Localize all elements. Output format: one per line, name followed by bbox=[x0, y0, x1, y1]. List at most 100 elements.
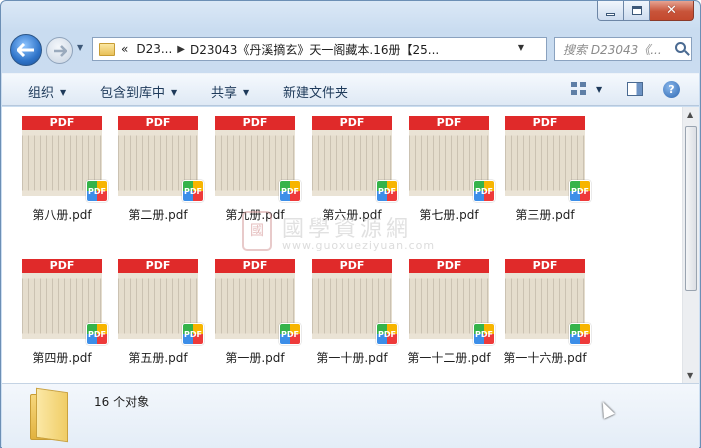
pdf-thumbnail: PDF PDF bbox=[22, 259, 108, 345]
address-bar[interactable]: « D23... ▶ D23043《丹溪摘玄》天一阁藏本.16册【25... ▼… bbox=[92, 37, 633, 61]
file-item[interactable]: PDF PDF 第七册.pdf bbox=[404, 116, 495, 223]
file-item[interactable]: PDF PDF 第三册.pdf bbox=[500, 116, 591, 223]
pdf-app-icon: PDF bbox=[279, 323, 301, 345]
pdf-app-icon: PDF bbox=[182, 180, 204, 202]
pdf-band: PDF bbox=[505, 116, 585, 130]
pdf-app-icon: PDF bbox=[279, 180, 301, 202]
pdf-thumbnail: PDF PDF bbox=[505, 116, 591, 202]
file-name[interactable]: 第一十二册.pdf bbox=[404, 349, 494, 366]
pdf-thumbnail: PDF PDF bbox=[215, 116, 301, 202]
new-folder-button[interactable]: 新建文件夹 bbox=[283, 82, 348, 101]
file-item[interactable]: PDF PDF 第一十册.pdf bbox=[307, 259, 398, 366]
pdf-thumbnail: PDF PDF bbox=[312, 259, 398, 345]
help-icon: ? bbox=[668, 83, 675, 96]
pdf-thumbnail: PDF PDF bbox=[505, 259, 591, 345]
breadcrumb-current[interactable]: D23043《丹溪摘玄》天一阁藏本.16册【25... bbox=[190, 41, 439, 58]
pdf-thumbnail: PDF PDF bbox=[118, 259, 204, 345]
chevron-down-icon: ▼ bbox=[60, 88, 67, 97]
watermark-seal: 國 bbox=[242, 211, 272, 251]
help-button[interactable]: ? bbox=[663, 81, 680, 98]
address-dropdown-icon[interactable]: ▼ bbox=[518, 43, 524, 52]
minimize-button[interactable] bbox=[597, 1, 624, 21]
chevron-down-icon: ▼ bbox=[171, 88, 178, 97]
pdf-band: PDF bbox=[118, 116, 198, 130]
pdf-app-icon: PDF bbox=[473, 180, 495, 202]
pdf-app-icon: PDF bbox=[569, 180, 591, 202]
folder-icon bbox=[99, 42, 115, 56]
file-name[interactable]: 第一十六册.pdf bbox=[500, 349, 590, 366]
pdf-band: PDF bbox=[215, 116, 295, 130]
share-menu[interactable]: 共享 ▼ bbox=[211, 82, 249, 101]
organize-menu[interactable]: 组织 ▼ bbox=[28, 82, 66, 101]
pdf-thumbnail: PDF PDF bbox=[409, 116, 495, 202]
include-in-library-label: 包含到库中 bbox=[100, 86, 166, 101]
chevron-down-icon: ▼ bbox=[243, 88, 250, 97]
pdf-app-icon: PDF bbox=[86, 323, 108, 345]
pdf-band: PDF bbox=[22, 259, 102, 273]
file-name[interactable]: 第二册.pdf bbox=[113, 206, 203, 223]
pdf-band: PDF bbox=[409, 259, 489, 273]
file-item[interactable]: PDF PDF 第一十六册.pdf bbox=[500, 259, 591, 366]
explorer-window: ✕ ▼ « D23... ▶ D23043《丹溪摘玄》天一阁藏本.16册【25.… bbox=[0, 0, 701, 448]
file-name[interactable]: 第八册.pdf bbox=[17, 206, 107, 223]
arrow-left-icon bbox=[17, 43, 34, 57]
file-name[interactable]: 第五册.pdf bbox=[113, 349, 203, 366]
details-pane: 16 个对象 bbox=[2, 383, 699, 448]
forward-button[interactable] bbox=[46, 37, 73, 64]
breadcrumb-parent[interactable]: D23... bbox=[136, 42, 172, 56]
file-item[interactable]: PDF PDF 第一册.pdf bbox=[210, 259, 301, 366]
vertical-scrollbar[interactable]: ▲ ▼ bbox=[682, 107, 699, 383]
file-item[interactable]: PDF PDF 第四册.pdf bbox=[17, 259, 108, 366]
search-box[interactable]: 搜索 D23043《... bbox=[554, 37, 692, 61]
file-name[interactable]: 第四册.pdf bbox=[17, 349, 107, 366]
pdf-thumbnail: PDF PDF bbox=[22, 116, 108, 202]
watermark: 國 國學資源網 www.guoxueziyuan.com bbox=[242, 211, 472, 255]
navigation-bar: ▼ « D23... ▶ D23043《丹溪摘玄》天一阁藏本.16册【25...… bbox=[1, 31, 700, 71]
minimize-icon bbox=[606, 12, 615, 16]
new-folder-label: 新建文件夹 bbox=[283, 86, 349, 101]
scroll-down-icon[interactable]: ▼ bbox=[687, 371, 693, 380]
file-item[interactable]: PDF PDF 第二册.pdf bbox=[113, 116, 204, 223]
pdf-app-icon: PDF bbox=[376, 180, 398, 202]
pdf-app-icon: PDF bbox=[86, 180, 108, 202]
search-icon[interactable] bbox=[675, 42, 686, 53]
pdf-band: PDF bbox=[215, 259, 295, 273]
pdf-band: PDF bbox=[312, 116, 392, 130]
file-name[interactable]: 第一册.pdf bbox=[210, 349, 300, 366]
file-item[interactable]: PDF PDF 第五册.pdf bbox=[113, 259, 204, 366]
pdf-thumbnail: PDF PDF bbox=[409, 259, 495, 345]
file-name[interactable]: 第三册.pdf bbox=[500, 206, 590, 223]
maximize-icon bbox=[631, 6, 642, 15]
scrollbar-thumb[interactable] bbox=[685, 126, 697, 291]
file-item[interactable]: PDF PDF 第九册.pdf bbox=[210, 116, 301, 223]
organize-label: 组织 bbox=[28, 86, 55, 101]
breadcrumb-separator-icon[interactable]: ▶ bbox=[177, 44, 185, 55]
recent-pages-dropdown[interactable]: ▼ bbox=[77, 43, 83, 52]
file-item[interactable]: PDF PDF 第八册.pdf bbox=[17, 116, 108, 223]
scroll-up-icon[interactable]: ▲ bbox=[687, 110, 693, 119]
command-bar: 组织 ▼ 包含到库中 ▼ 共享 ▼ 新建文件夹 ▼ ? bbox=[2, 73, 699, 106]
back-button[interactable] bbox=[10, 34, 42, 66]
pdf-thumbnail: PDF PDF bbox=[312, 116, 398, 202]
search-input[interactable]: 搜索 D23043《... bbox=[563, 41, 671, 58]
pdf-app-icon: PDF bbox=[473, 323, 495, 345]
view-options-dropdown[interactable]: ▼ bbox=[596, 85, 602, 94]
pdf-app-icon: PDF bbox=[376, 323, 398, 345]
pdf-thumbnail: PDF PDF bbox=[118, 116, 204, 202]
pdf-thumbnail: PDF PDF bbox=[215, 259, 301, 345]
pdf-band: PDF bbox=[118, 259, 198, 273]
include-in-library-menu[interactable]: 包含到库中 ▼ bbox=[100, 82, 177, 101]
pdf-app-icon: PDF bbox=[569, 323, 591, 345]
change-view-button[interactable] bbox=[571, 82, 587, 96]
share-label: 共享 bbox=[211, 86, 238, 101]
close-button[interactable]: ✕ bbox=[650, 1, 694, 21]
maximize-button[interactable] bbox=[624, 1, 650, 21]
item-count: 16 个对象 bbox=[94, 395, 150, 409]
file-item[interactable]: PDF PDF 第六册.pdf bbox=[307, 116, 398, 223]
file-item[interactable]: PDF PDF 第一十二册.pdf bbox=[404, 259, 495, 366]
pdf-band: PDF bbox=[312, 259, 392, 273]
address-overflow-chevron[interactable]: « bbox=[121, 42, 128, 56]
file-name[interactable]: 第一十册.pdf bbox=[307, 349, 397, 366]
preview-pane-button[interactable] bbox=[627, 82, 643, 96]
close-icon: ✕ bbox=[666, 3, 677, 18]
